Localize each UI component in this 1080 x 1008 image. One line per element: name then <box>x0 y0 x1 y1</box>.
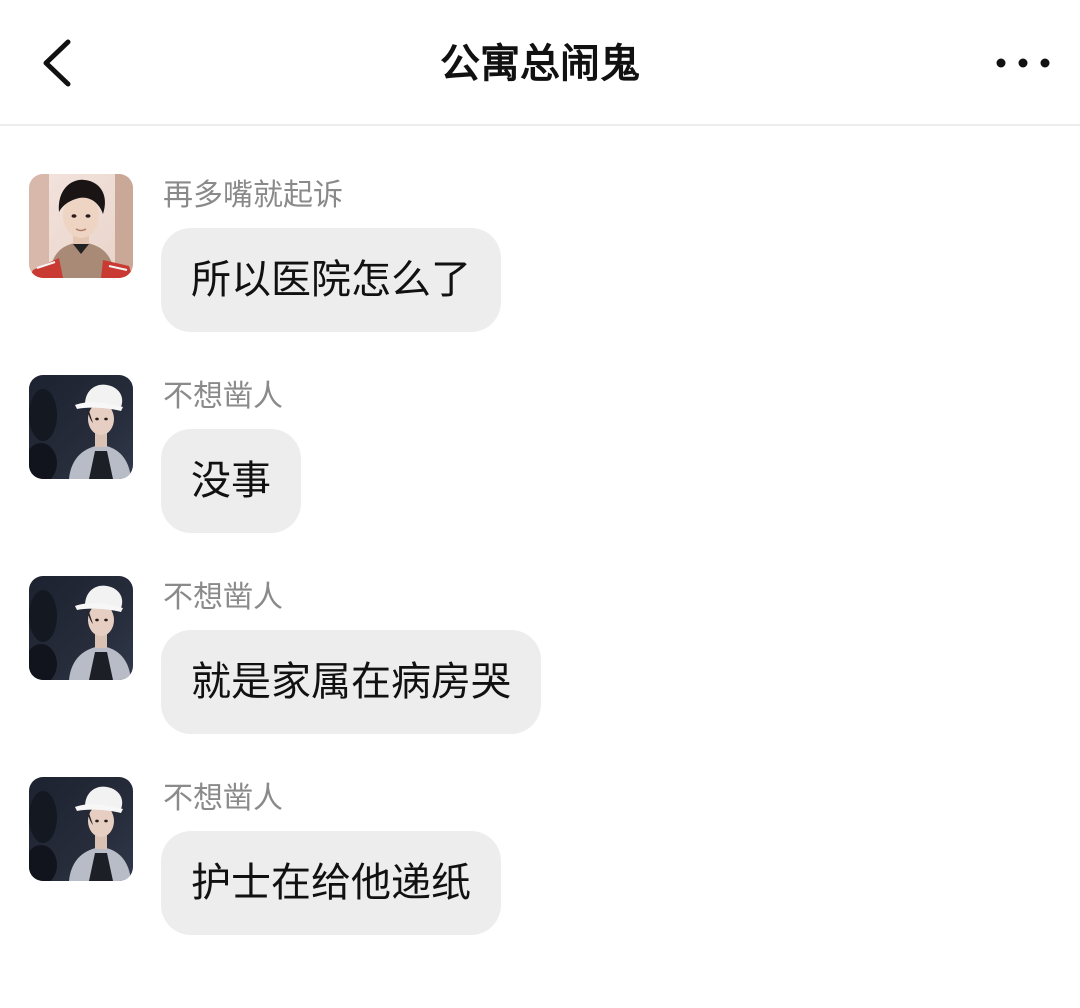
sender-name: 再多嘴就起诉 <box>163 178 343 213</box>
chat-title: 公寓总闹鬼 <box>440 41 640 87</box>
back-button[interactable] <box>28 30 88 96</box>
message-bubble[interactable]: 护士在给他递纸 <box>161 831 501 935</box>
avatar-boy-white-cap-image <box>29 375 133 479</box>
sender-name: 不想凿人 <box>163 580 283 615</box>
avatar[interactable] <box>29 174 133 278</box>
more-options-button[interactable] <box>988 38 1058 88</box>
avatar-boy-white-cap-image <box>29 777 133 881</box>
message-item: 不想凿人 护士在给他递纸 <box>0 777 1080 937</box>
avatar-boy-white-cap-image <box>29 576 133 680</box>
message-item: 再多嘴就起诉 所以医院怎么了 <box>0 174 1080 334</box>
message-bubble[interactable]: 所以医院怎么了 <box>161 228 501 332</box>
message-bubble[interactable]: 没事 <box>161 429 301 533</box>
message-item: 不想凿人 就是家属在病房哭 <box>0 576 1080 736</box>
chat-header: 公寓总闹鬼 <box>0 0 1080 126</box>
message-bubble[interactable]: 就是家属在病房哭 <box>161 630 541 734</box>
sender-name: 不想凿人 <box>163 781 283 816</box>
avatar-boy-red-sweater-image <box>29 174 133 278</box>
avatar[interactable] <box>29 375 133 479</box>
avatar[interactable] <box>29 576 133 680</box>
avatar[interactable] <box>29 777 133 881</box>
message-item: 不想凿人 没事 <box>0 375 1080 535</box>
chevron-left-icon <box>43 39 71 87</box>
more-dots-icon <box>996 58 1050 68</box>
sender-name: 不想凿人 <box>163 379 283 414</box>
